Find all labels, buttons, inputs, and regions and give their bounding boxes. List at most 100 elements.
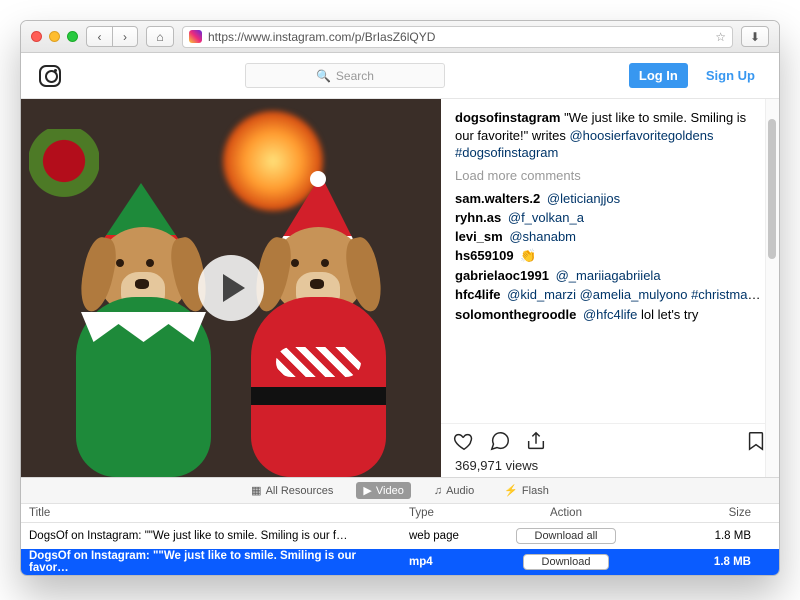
mention-link[interactable]: @hfc4life [583, 307, 637, 322]
comment: sam.walters.2 @leticianjjos [455, 189, 765, 208]
mention-link[interactable]: @leticianjjos [547, 191, 620, 206]
back-button[interactable]: ‹ [86, 26, 112, 47]
comment: solomonthegroodle @hfc4life lol let's tr… [455, 305, 765, 324]
caption-hashtag[interactable]: #dogsofinstagram [455, 145, 558, 160]
mention-link[interactable]: #christmasgoals [691, 287, 765, 302]
dog-santa [236, 217, 401, 477]
comment-body: @shanabm [509, 229, 576, 244]
grid-icon: ▦ [251, 484, 261, 497]
col-size[interactable]: Size [651, 504, 779, 522]
comment-user[interactable]: gabrielaoc1991 [455, 268, 549, 283]
cell-action: Download [481, 551, 651, 573]
post-body: dogsofinstagram "We just like to smile. … [21, 99, 779, 477]
poinsettia-icon [29, 129, 99, 209]
forward-button[interactable]: › [112, 26, 138, 47]
comment: hfc4life @kid_marzi @amelia_mulyono #chr… [455, 285, 765, 305]
mention-link[interactable]: @shanabm [509, 229, 576, 244]
cell-action: Download all [481, 525, 651, 547]
col-title[interactable]: Title [21, 504, 401, 522]
caption-author[interactable]: dogsofinstagram [455, 110, 560, 125]
comment: gabrielaoc1991 @_mariiagabriiela [455, 266, 765, 285]
cell-title: DogsOf on Instagram: ""We just like to s… [21, 527, 401, 545]
url-text: https://www.instagram.com/p/BrIasZ6lQYD [208, 30, 435, 44]
table-row[interactable]: DogsOf on Instagram: ""We just like to s… [21, 523, 779, 549]
video-icon: ▶ [363, 484, 371, 497]
share-icon[interactable] [525, 430, 547, 452]
zoom-window-button[interactable] [67, 31, 78, 42]
comment-body: 👏 [520, 248, 536, 263]
flash-icon: ⚡ [504, 484, 518, 497]
cell-type: web page [401, 527, 481, 545]
mention-link[interactable]: @kid_marzi [507, 287, 576, 302]
post-media[interactable] [21, 99, 441, 477]
bookmark-icon[interactable]: ☆ [715, 30, 726, 44]
comment-user[interactable]: hfc4life [455, 287, 501, 302]
close-window-button[interactable] [31, 31, 42, 42]
comment-user[interactable]: hs659109 [455, 248, 514, 263]
resources-table: Title Type Action Size DogsOf on Instagr… [21, 503, 779, 575]
table-header: Title Type Action Size [21, 503, 779, 523]
cell-size: 1.8 MB [651, 527, 779, 545]
col-action[interactable]: Action [481, 504, 651, 522]
signup-link[interactable]: Sign Up [700, 68, 761, 83]
instagram-header: 🔍 Search Log In Sign Up [21, 53, 779, 99]
cell-type: mp4 [401, 553, 481, 571]
bookmark-post-icon[interactable] [745, 430, 767, 452]
scroll-thumb[interactable] [768, 119, 776, 259]
audio-icon: ♫ [434, 485, 442, 497]
comments-list: sam.walters.2 @leticianjjosryhn.as @f_vo… [441, 189, 779, 324]
search-placeholder: Search [336, 69, 374, 83]
login-button[interactable]: Log In [629, 63, 688, 88]
comment-body: @hfc4life lol let's try [583, 307, 698, 322]
load-more-comments[interactable]: Load more comments [441, 168, 779, 189]
resource-type-bar: ▦All Resources ▶Video ♫Audio ⚡Flash [21, 477, 779, 503]
fireplace-icon [223, 111, 323, 211]
nav-buttons: ‹ › [86, 26, 138, 47]
comment: ryhn.as @f_volkan_a [455, 208, 765, 227]
dog-elf [61, 217, 226, 477]
page-content: 🔍 Search Log In Sign Up [21, 53, 779, 575]
downloads-button[interactable]: ⬇ [741, 26, 769, 47]
instagram-logo-icon[interactable] [39, 65, 61, 87]
download-button[interactable]: Download [523, 554, 610, 570]
comment-user[interactable]: levi_sm [455, 229, 503, 244]
download-button[interactable]: Download all [516, 528, 617, 544]
caption-mention[interactable]: @hoosierfavoritegoldens [569, 128, 713, 143]
mention-link[interactable]: @f_volkan_a [508, 210, 584, 225]
comment-body: @kid_marzi @amelia_mulyono #christmasgoa… [507, 287, 765, 302]
address-bar[interactable]: https://www.instagram.com/p/BrIasZ6lQYD … [182, 26, 733, 48]
tab-audio[interactable]: ♫Audio [427, 483, 481, 499]
comment-user[interactable]: solomonthegroodle [455, 307, 576, 322]
comment: levi_sm @shanabm [455, 227, 765, 246]
view-count: 369,971 views [441, 458, 779, 477]
minimize-window-button[interactable] [49, 31, 60, 42]
cell-title: DogsOf on Instagram: ""We just like to s… [21, 547, 401, 575]
comment: hs659109 👏 [455, 246, 765, 266]
titlebar: ‹ › ⌂ https://www.instagram.com/p/BrIasZ… [21, 21, 779, 53]
comment-body: @_mariiagabriiela [556, 268, 661, 283]
search-icon: 🔍 [316, 69, 331, 83]
tab-video[interactable]: ▶Video [356, 482, 410, 499]
post-actions [441, 423, 779, 458]
table-row[interactable]: DogsOf on Instagram: ""We just like to s… [21, 549, 779, 575]
col-type[interactable]: Type [401, 504, 481, 522]
comment-user[interactable]: ryhn.as [455, 210, 501, 225]
comment-icon[interactable] [489, 430, 511, 452]
tab-flash[interactable]: ⚡Flash [497, 482, 556, 499]
browser-window: ‹ › ⌂ https://www.instagram.com/p/BrIasZ… [20, 20, 780, 576]
cell-size: 1.8 MB [651, 553, 779, 571]
post-sidebar: dogsofinstagram "We just like to smile. … [441, 99, 779, 477]
instagram-favicon [189, 30, 202, 43]
window-controls [31, 31, 78, 42]
search-input[interactable]: 🔍 Search [245, 63, 445, 88]
scrollbar[interactable] [765, 99, 779, 477]
tab-all-resources[interactable]: ▦All Resources [244, 482, 340, 499]
mention-link[interactable]: @amelia_mulyono [580, 287, 688, 302]
like-icon[interactable] [453, 430, 475, 452]
comment-body: @leticianjjos [547, 191, 620, 206]
post-caption: dogsofinstagram "We just like to smile. … [441, 99, 779, 168]
mention-link[interactable]: @_mariiagabriiela [556, 268, 661, 283]
comment-user[interactable]: sam.walters.2 [455, 191, 540, 206]
home-button[interactable]: ⌂ [146, 26, 174, 47]
play-button-icon[interactable] [198, 255, 264, 321]
